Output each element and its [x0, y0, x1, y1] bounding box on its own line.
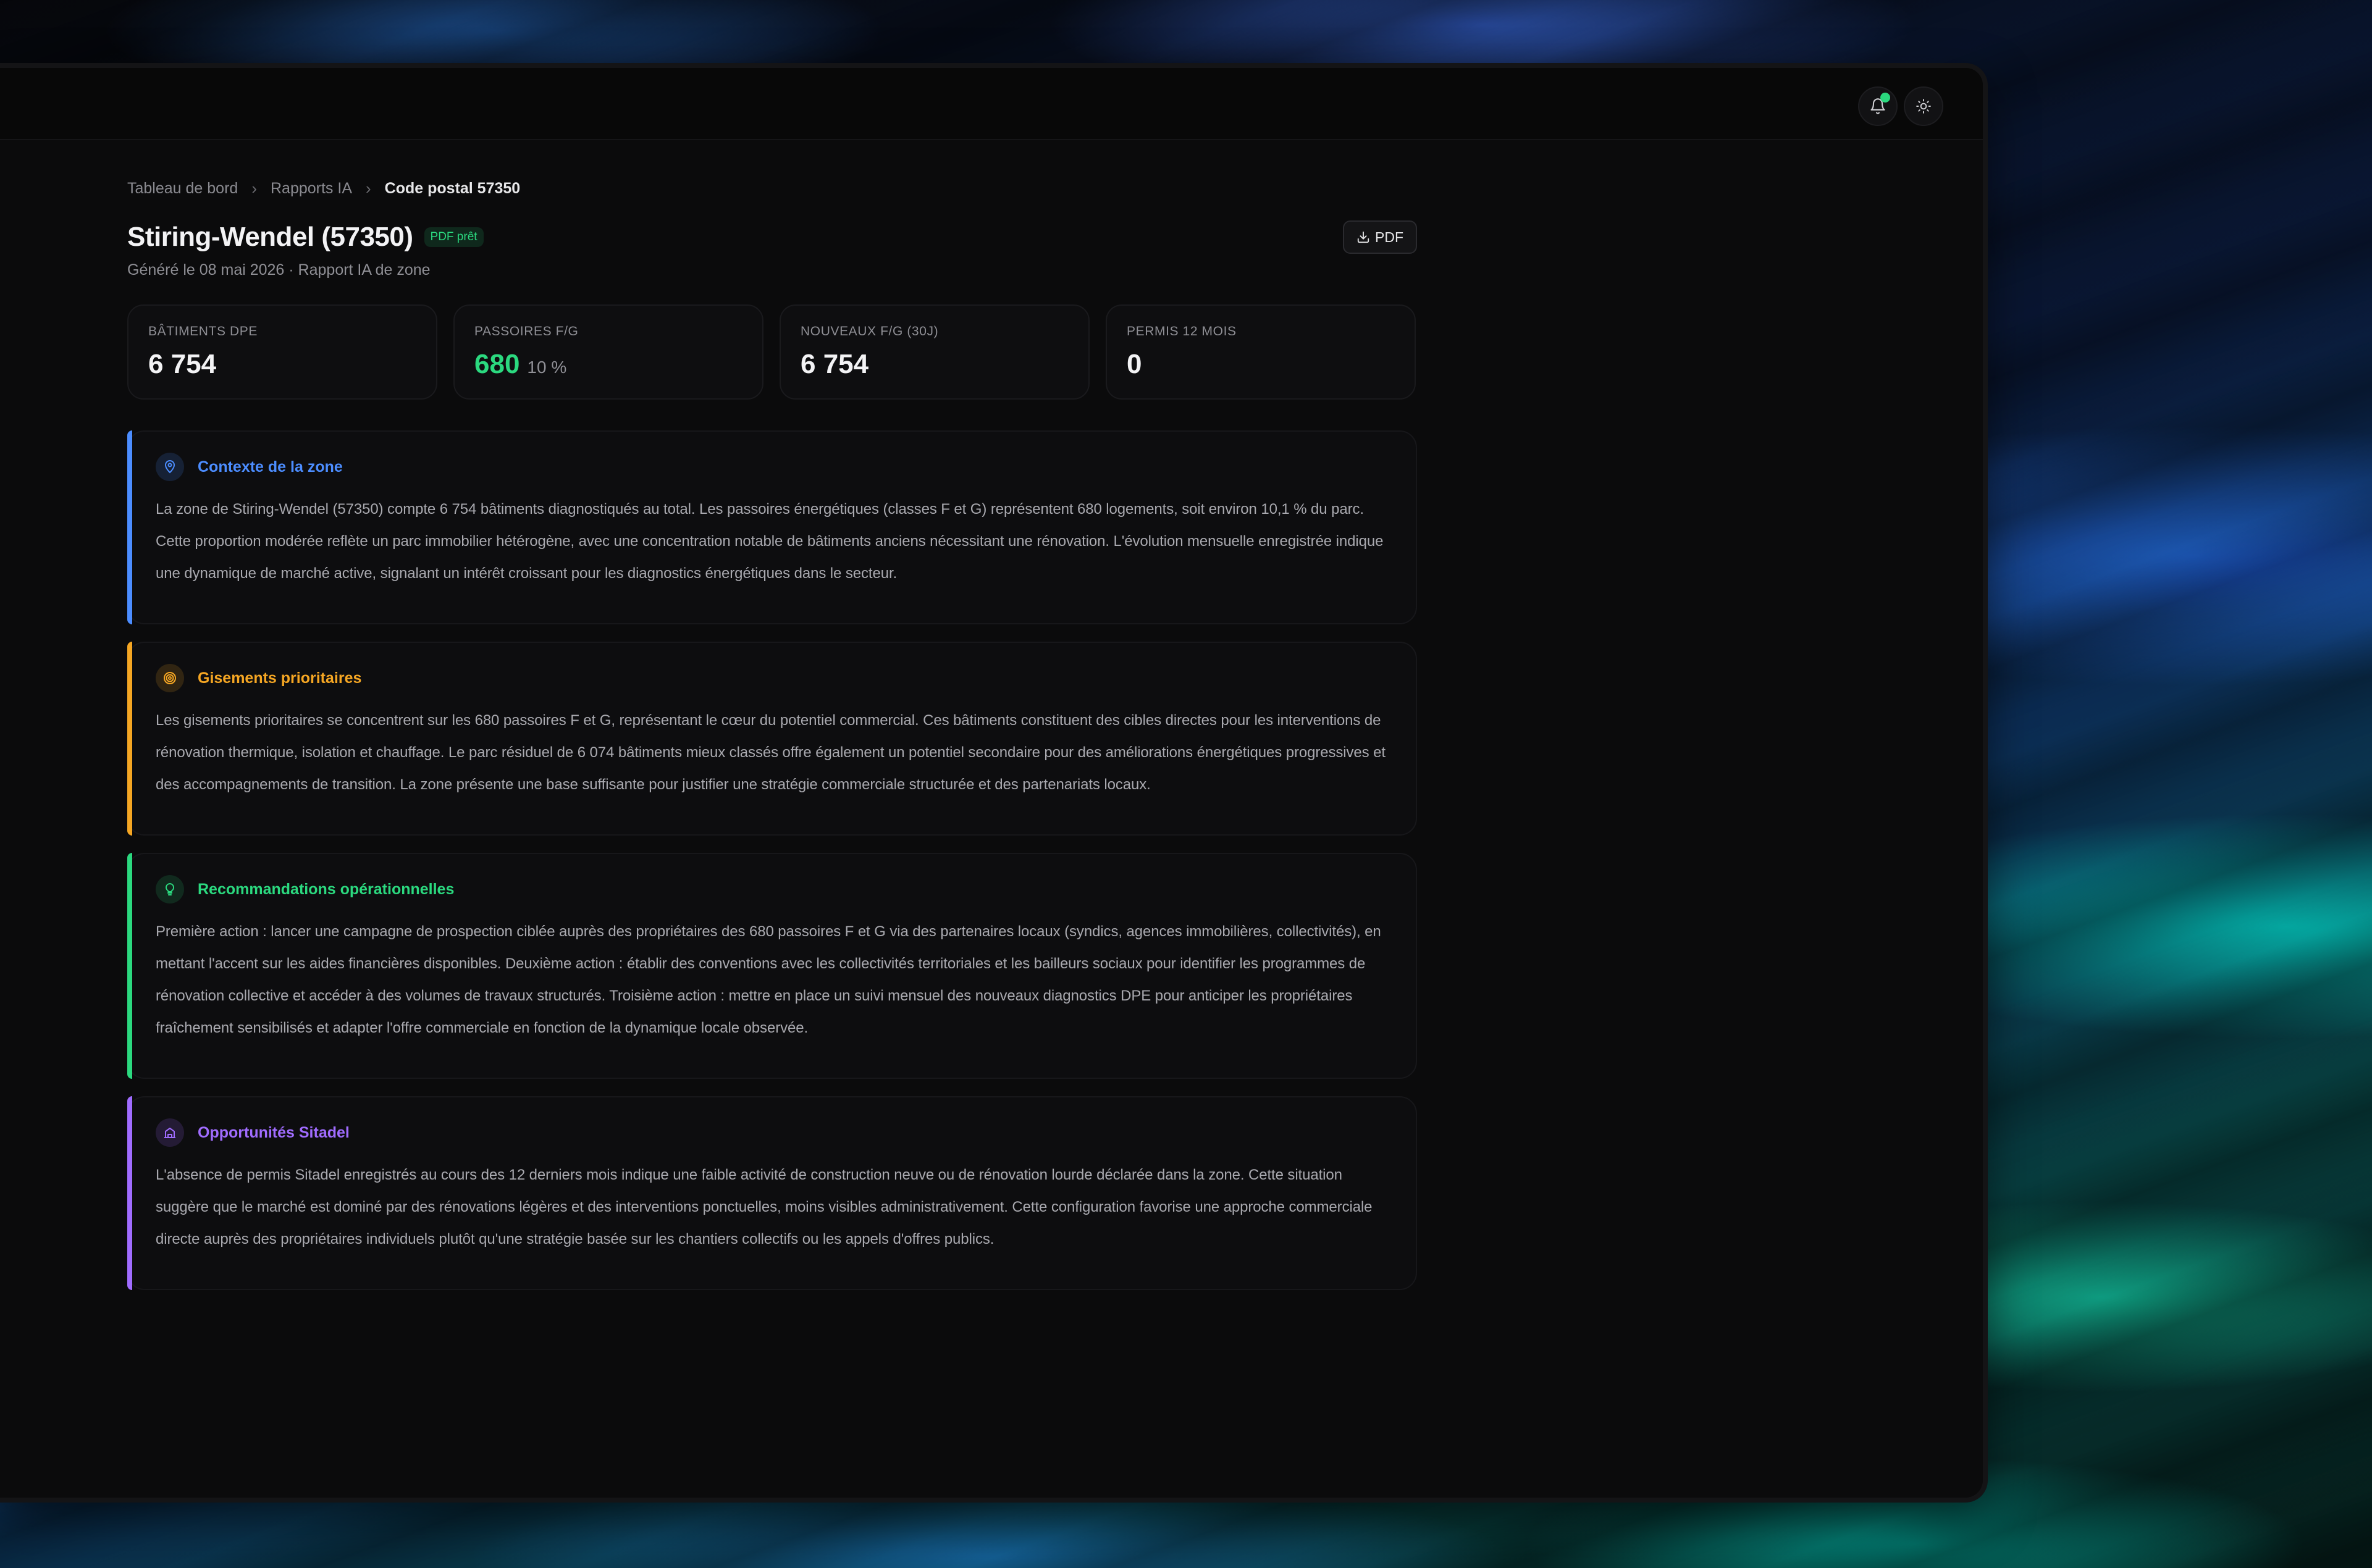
download-icon	[1357, 231, 1369, 243]
theme-toggle-button[interactable]	[1904, 86, 1943, 126]
building-icon	[156, 1118, 184, 1147]
stat-value: 680	[474, 349, 520, 379]
section-gisements: Gisements prioritaires Les gisements pri…	[127, 642, 1417, 836]
breadcrumb-current: Code postal 57350	[384, 179, 521, 197]
chevron-right-icon: ›	[366, 178, 371, 198]
stat-percentage: 10 %	[527, 358, 567, 377]
sun-icon	[1916, 99, 1931, 114]
stat-card-buildings: BÂTIMENTS DPE 6 754	[127, 304, 437, 400]
section-recommandations: Recommandations opérationnelles Première…	[127, 853, 1417, 1079]
breadcrumb-ai-reports[interactable]: Rapports IA	[271, 180, 352, 198]
stat-label: NOUVEAUX F/G (30J)	[801, 324, 939, 338]
stat-value: 6 754	[801, 349, 869, 379]
map-pin-icon	[156, 453, 184, 481]
notifications-button[interactable]	[1858, 86, 1898, 126]
section-text: Première action : lancer une campagne de…	[156, 923, 1381, 1036]
lightbulb-icon	[156, 875, 184, 903]
section-title: Recommandations opérationnelles	[198, 880, 455, 898]
breadcrumb: Tableau de bord › Rapports IA › Code pos…	[127, 176, 1417, 201]
stat-value: 6 754	[148, 349, 217, 379]
stat-label: PERMIS 12 MOIS	[1127, 324, 1237, 338]
app-window: Tableau de bord › Rapports IA › Code pos…	[0, 68, 1983, 1498]
section-sitadel: Opportunités Sitadel L'absence de permis…	[127, 1096, 1417, 1290]
target-icon	[156, 664, 184, 692]
chevron-right-icon: ›	[251, 178, 257, 198]
notification-dot	[1880, 93, 1890, 103]
top-bar	[0, 68, 1983, 140]
stat-card-permits: PERMIS 12 MOIS 0	[1106, 304, 1416, 400]
section-title: Gisements prioritaires	[198, 669, 362, 687]
page-header: Stiring-Wendel (57350) PDF prêt Généré l…	[127, 220, 1417, 290]
breadcrumb-dashboard[interactable]: Tableau de bord	[127, 180, 238, 198]
stat-card-passoires: PASSOIRES F/G 680 10 %	[453, 304, 763, 400]
page-subtitle: Généré le 08 mai 2026 · Rapport IA de zo…	[127, 261, 431, 279]
stat-label: PASSOIRES F/G	[474, 324, 579, 338]
section-text: Les gisements prioritaires se concentren…	[156, 712, 1386, 793]
download-pdf-button[interactable]: PDF	[1343, 220, 1417, 254]
section-title: Contexte de la zone	[198, 458, 343, 476]
main-content: Tableau de bord › Rapports IA › Code pos…	[127, 176, 1417, 1290]
section-context: Contexte de la zone La zone de Stiring-W…	[127, 430, 1417, 624]
status-badge: PDF prêt	[424, 227, 484, 247]
section-text: La zone de Stiring-Wendel (57350) compte…	[156, 501, 1384, 582]
section-title: Opportunités Sitadel	[198, 1123, 350, 1141]
page-title: Stiring-Wendel (57350)	[127, 222, 413, 252]
stats-row: BÂTIMENTS DPE 6 754 PASSOIRES F/G 680 10…	[127, 304, 1417, 400]
stat-value: 0	[1127, 349, 1142, 379]
pdf-button-label: PDF	[1375, 228, 1403, 245]
stat-label: BÂTIMENTS DPE	[148, 324, 258, 338]
section-text: L'absence de permis Sitadel enregistrés …	[156, 1167, 1373, 1247]
stat-card-new-fg: NOUVEAUX F/G (30J) 6 754	[780, 304, 1090, 400]
